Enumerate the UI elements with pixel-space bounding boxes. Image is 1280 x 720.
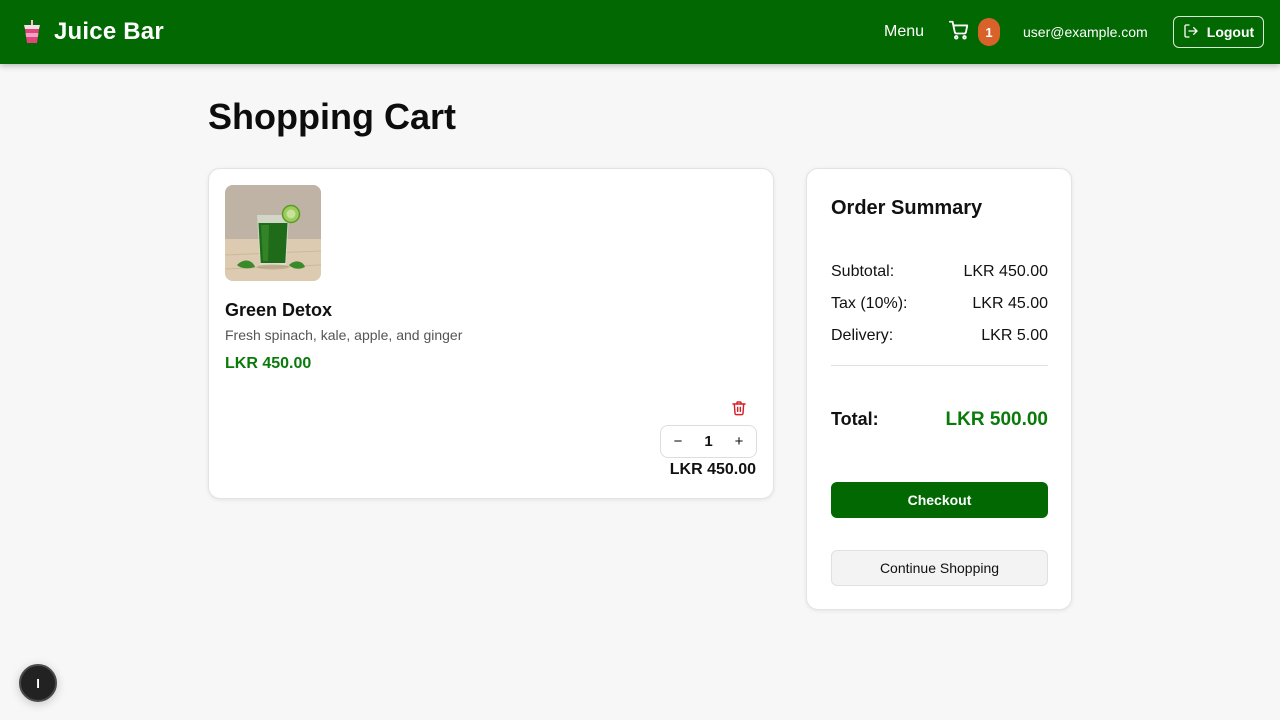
quantity-value: 1 <box>704 433 713 450</box>
brand[interactable]: Juice Bar <box>22 0 164 64</box>
logout-button[interactable]: Logout <box>1173 16 1264 48</box>
top-navbar: Juice Bar Menu 1 user@example.com Logout <box>0 0 1280 64</box>
delivery-row: Delivery: LKR 5.00 <box>831 327 1048 345</box>
green-juice-image <box>225 185 321 281</box>
total-label: Total: <box>831 409 879 429</box>
order-summary-title: Order Summary <box>831 197 983 219</box>
order-summary-card: Order Summary Subtotal: LKR 450.00 Tax (… <box>806 168 1072 610</box>
tax-row: Tax (10%): LKR 45.00 <box>831 295 1048 313</box>
total-value: LKR 500.00 <box>945 409 1048 430</box>
cart-button[interactable]: 1 <box>948 18 1000 46</box>
trash-icon <box>731 399 747 422</box>
summary-divider <box>831 365 1048 366</box>
delivery-value: LKR 5.00 <box>981 327 1048 344</box>
subtotal-row: Subtotal: LKR 450.00 <box>831 263 1048 281</box>
item-line-total: LKR 450.00 <box>669 461 756 478</box>
increment-button[interactable]: + <box>730 433 748 450</box>
continue-shopping-button[interactable]: Continue Shopping <box>831 550 1048 586</box>
remove-item-button[interactable] <box>730 400 748 420</box>
page-title: Shopping Cart <box>208 96 456 137</box>
cart-count-badge: 1 <box>978 18 1000 46</box>
cart-icon <box>948 19 970 46</box>
delivery-label: Delivery: <box>831 327 894 344</box>
item-name: Green Detox <box>225 300 333 320</box>
decrement-button[interactable]: − <box>669 433 687 450</box>
logout-label: Logout <box>1206 24 1255 40</box>
floating-action-button[interactable]: I <box>19 664 57 702</box>
checkout-button[interactable]: Checkout <box>831 482 1048 518</box>
logout-icon <box>1183 23 1199 42</box>
juice-cup-icon <box>22 20 42 44</box>
subtotal-value: LKR 450.00 <box>963 263 1048 280</box>
quantity-stepper: − 1 + <box>660 425 757 458</box>
cart-item-card: Green Detox Fresh spinach, kale, apple, … <box>208 168 774 499</box>
tax-label: Tax (10%): <box>831 295 908 312</box>
brand-title: Juice Bar <box>54 18 164 45</box>
item-price: LKR 450.00 <box>225 355 312 372</box>
nav-menu-link[interactable]: Menu <box>884 0 924 64</box>
tax-value: LKR 45.00 <box>972 295 1048 312</box>
user-email: user@example.com <box>1023 24 1148 40</box>
subtotal-label: Subtotal: <box>831 263 895 280</box>
item-description: Fresh spinach, kale, apple, and ginger <box>225 327 463 343</box>
total-row: Total: LKR 500.00 <box>831 409 1048 431</box>
